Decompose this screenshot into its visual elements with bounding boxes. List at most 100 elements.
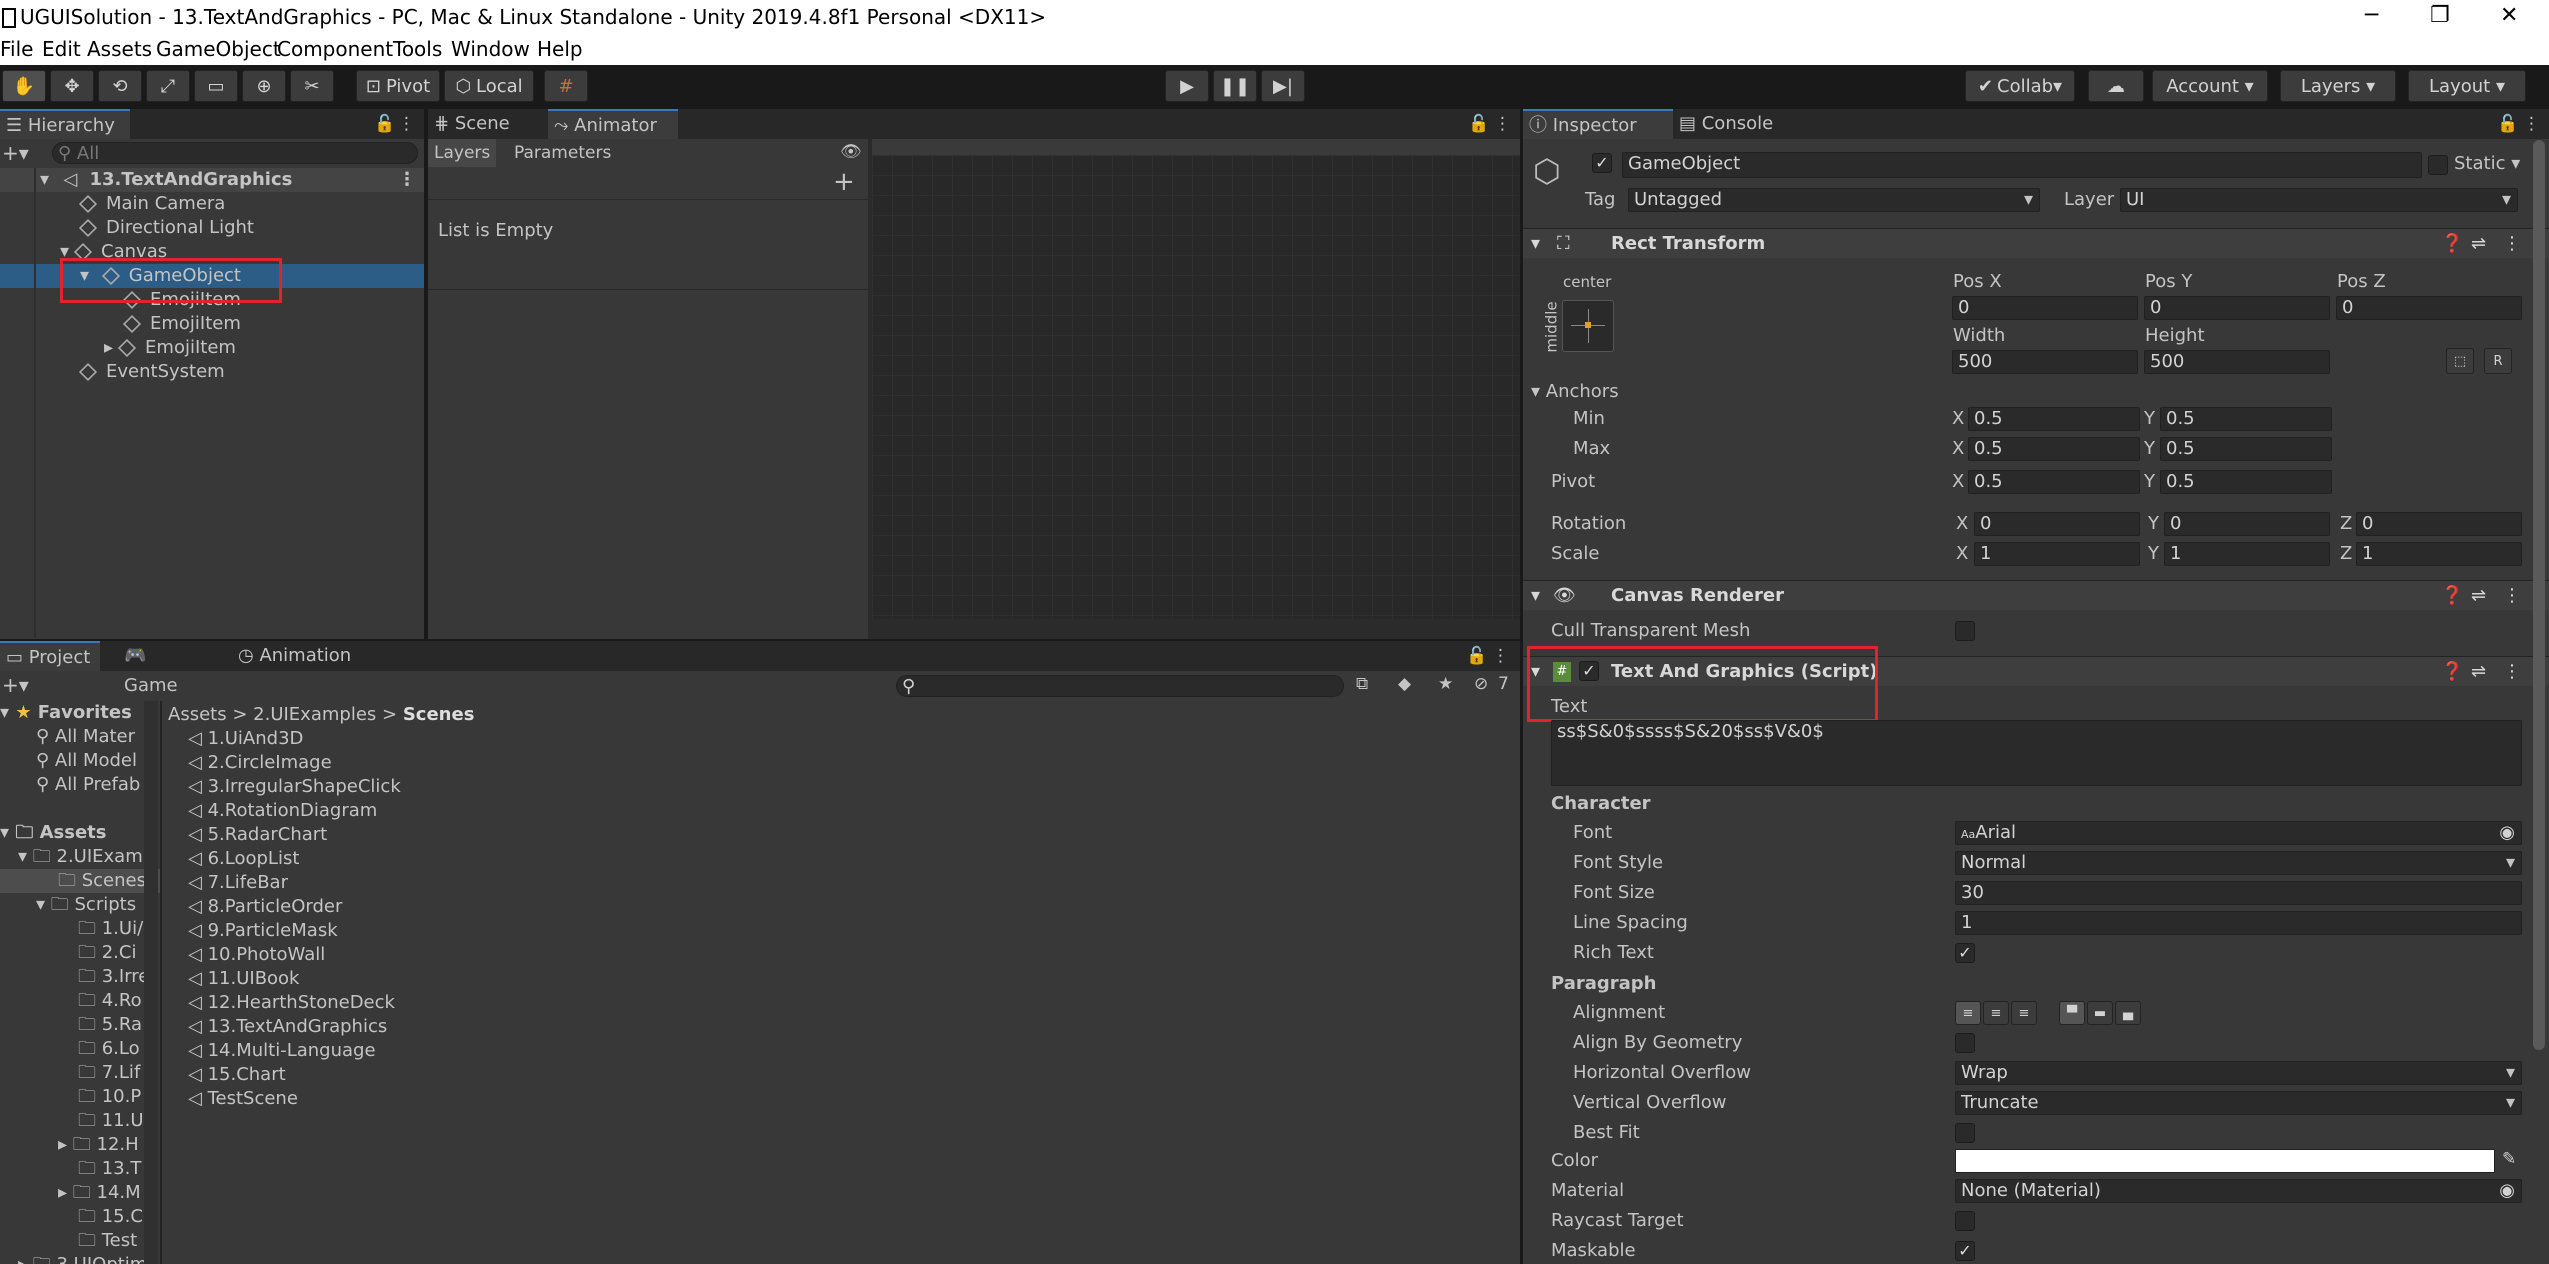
tab-animator[interactable]: ⤳ Animator: [548, 109, 678, 139]
cull-checkbox[interactable]: [1955, 621, 1975, 641]
more-icon[interactable]: ⋮: [398, 114, 415, 134]
step-button[interactable]: ▶|: [1261, 70, 1305, 102]
more-icon[interactable]: ⋮: [1494, 114, 1511, 134]
list-item[interactable]: ◁ TestScene: [188, 1087, 298, 1111]
posx-field[interactable]: 0: [1952, 296, 2138, 320]
tab-animation[interactable]: ◷ Animation: [232, 641, 362, 671]
breadcrumb-assets[interactable]: Assets: [168, 704, 227, 725]
lock-icon[interactable]: 🔓: [1466, 646, 1487, 666]
list-item[interactable]: ◁ 14.Multi-Language: [188, 1039, 376, 1063]
object-picker-icon[interactable]: ◉: [2499, 822, 2515, 844]
tree-folder[interactable]: 🗀 6.Lo: [78, 1037, 140, 1061]
favorite-all-models[interactable]: ⚲ All Model: [36, 749, 137, 773]
rotation-z-field[interactable]: 0: [2356, 512, 2522, 536]
anchor-preset-button[interactable]: [1562, 300, 1614, 352]
tab-hierarchy[interactable]: ☰ Hierarchy: [0, 109, 130, 139]
hierarchy-item-emojiitem[interactable]: EmojiItem: [122, 312, 241, 336]
animator-graph-canvas[interactable]: [872, 155, 1520, 619]
tree-folder[interactable]: 🗀 2.Ci: [78, 941, 136, 965]
move-tool-icon[interactable]: ✥: [50, 70, 94, 102]
scale-x-field[interactable]: 1: [1974, 542, 2140, 566]
local-toggle[interactable]: ⬡ Local: [444, 70, 534, 102]
canvas-renderer-header[interactable]: ▾ 👁 Canvas Renderer ❓ ⇌ ⋮: [1523, 580, 2549, 610]
tab-inspector[interactable]: ⓘ Inspector: [1523, 109, 1673, 139]
scale-y-field[interactable]: 1: [2164, 542, 2330, 566]
animator-tab-parameters[interactable]: Parameters: [508, 139, 617, 167]
scene-more-icon[interactable]: ⋮: [398, 168, 416, 192]
tab-console[interactable]: ▤ Console: [1673, 109, 1793, 139]
lock-icon[interactable]: 🔓: [1468, 114, 1489, 134]
custom-tool-icon[interactable]: ✂: [290, 70, 334, 102]
blueprint-mode-icon[interactable]: ⬚: [2446, 348, 2474, 374]
project-search-input[interactable]: ⚲: [896, 675, 1344, 697]
tree-folder[interactable]: ▸ 🗀 14.M: [58, 1181, 141, 1205]
tree-folder[interactable]: 🗀 5.Ra: [78, 1013, 142, 1037]
list-item[interactable]: ◁ 3.IrregularShapeClick: [188, 775, 401, 799]
list-item[interactable]: ◁ 15.Chart: [188, 1063, 286, 1087]
tree-folder[interactable]: 🗀 Test: [78, 1229, 137, 1253]
tree-folder[interactable]: 🗀 3.Irre: [78, 965, 149, 989]
more-icon[interactable]: ⋮: [2503, 229, 2521, 259]
font-style-dropdown[interactable]: Normal: [1955, 851, 2522, 875]
add-icon[interactable]: +▾: [2, 141, 29, 165]
menu-window[interactable]: Window: [451, 37, 530, 61]
hierarchy-item-main-camera[interactable]: Main Camera: [78, 192, 225, 216]
tree-folder-scenes[interactable]: 🗀 Scenes: [0, 869, 160, 893]
horizontal-overflow-dropdown[interactable]: Wrap: [1955, 1061, 2522, 1085]
hierarchy-item-eventsystem[interactable]: EventSystem: [78, 360, 225, 384]
pivot-x-field[interactable]: 0.5: [1968, 470, 2140, 494]
eyedropper-icon[interactable]: ✎: [2502, 1149, 2516, 1169]
name-input[interactable]: GameObject: [1622, 152, 2422, 178]
add-icon[interactable]: +▾: [2, 673, 29, 697]
rotation-y-field[interactable]: 0: [2164, 512, 2330, 536]
tree-folder[interactable]: 🗀 13.T: [78, 1157, 141, 1181]
maskable-checkbox[interactable]: ✓: [1955, 1241, 1975, 1261]
tree-folder[interactable]: ▸ 🗀 12.H: [58, 1133, 139, 1157]
tree-folder[interactable]: 🗀 4.Ro: [78, 989, 142, 1013]
tree-folder[interactable]: 🗀 15.C: [78, 1205, 143, 1229]
tree-folder-scripts[interactable]: ▾ 🗀 Scripts: [36, 893, 136, 917]
list-item[interactable]: ◁ 8.ParticleOrder: [188, 895, 342, 919]
menu-file[interactable]: File: [0, 37, 33, 61]
line-spacing-field[interactable]: 1: [1955, 911, 2522, 935]
lock-icon[interactable]: 🔓: [374, 114, 395, 134]
tab-game[interactable]: 🎮 Game: [118, 641, 208, 696]
tree-folder[interactable]: 🗀 10.P: [78, 1085, 141, 1109]
minimize-icon[interactable]: ─: [2365, 3, 2378, 28]
favorite-all-prefabs[interactable]: ⚲ All Prefab: [36, 773, 140, 797]
height-field[interactable]: 500: [2144, 350, 2330, 374]
best-fit-checkbox[interactable]: [1955, 1123, 1975, 1143]
tab-scene[interactable]: ⋕ Scene: [428, 109, 548, 139]
assets-header[interactable]: ▾ 🗀 Assets: [0, 821, 106, 845]
help-icon[interactable]: ❓: [2441, 657, 2463, 687]
list-item[interactable]: ◁ 9.ParticleMask: [188, 919, 338, 943]
inspector-scrollbar[interactable]: [2533, 140, 2545, 1050]
posz-field[interactable]: 0: [2336, 296, 2522, 320]
list-item[interactable]: ◁ 2.CircleImage: [188, 751, 332, 775]
list-item[interactable]: ◁ 1.UiAnd3D: [188, 727, 303, 751]
preset-icon[interactable]: ⇌: [2471, 657, 2486, 687]
restore-icon[interactable]: ❐: [2430, 3, 2450, 28]
grid-snap-icon[interactable]: #: [544, 70, 588, 102]
list-item[interactable]: ◁ 6.LoopList: [188, 847, 299, 871]
tree-folder[interactable]: 🗀 11.U: [78, 1109, 144, 1133]
static-checkbox[interactable]: [2428, 155, 2448, 175]
active-checkbox[interactable]: ✓: [1592, 153, 1612, 173]
scene-root-row[interactable]: ▾ ◁ 13.TextAndGraphics ⋮: [0, 168, 424, 192]
lock-icon[interactable]: 🔓: [2497, 114, 2518, 134]
anchors-foldout[interactable]: ▾ Anchors: [1531, 380, 1619, 404]
add-layer-icon[interactable]: +: [833, 167, 855, 197]
raw-edit-button[interactable]: R: [2484, 348, 2512, 374]
hidden-packages-icon[interactable]: ⊘: [1474, 674, 1488, 694]
align-left-icon[interactable]: ≡: [1955, 1001, 1981, 1025]
favorites-header[interactable]: ▾ ★ Favorites: [0, 701, 132, 725]
filter-label-icon[interactable]: ◆: [1398, 674, 1411, 694]
menu-edit[interactable]: Edit: [42, 37, 81, 61]
favorite-all-materials[interactable]: ⚲ All Mater: [36, 725, 135, 749]
list-item[interactable]: ◁ 13.TextAndGraphics: [188, 1015, 387, 1039]
align-top-icon[interactable]: ▀: [2059, 1001, 2085, 1025]
preset-icon[interactable]: ⇌: [2471, 581, 2486, 611]
layers-dropdown[interactable]: Layers ▾: [2280, 70, 2396, 102]
tree-scrollbar[interactable]: [144, 701, 158, 1264]
play-button[interactable]: ▶: [1165, 70, 1209, 102]
